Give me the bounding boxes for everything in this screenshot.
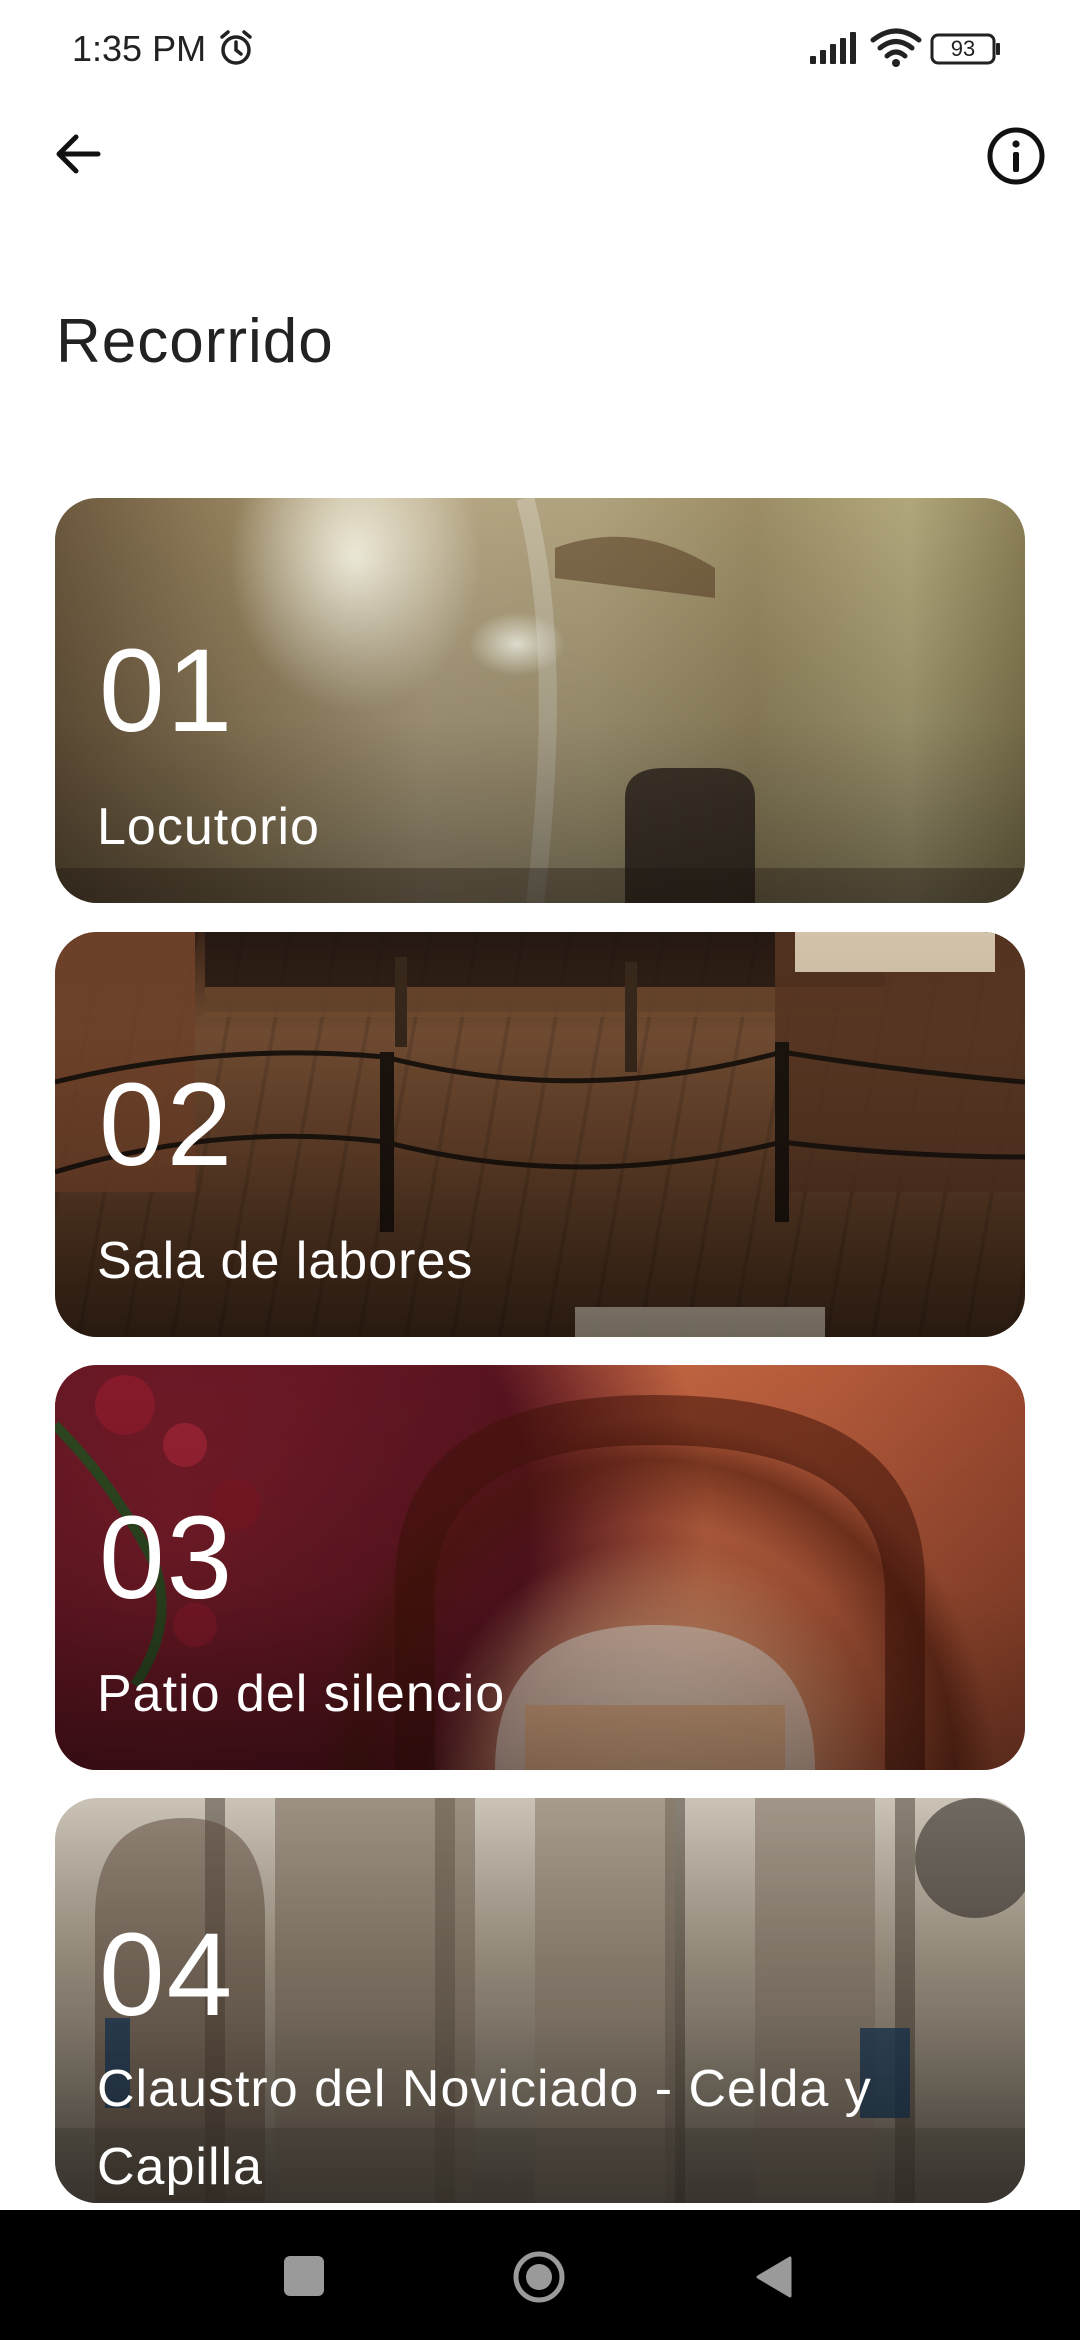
- recents-square-icon[interactable]: [284, 2256, 324, 2296]
- stop-name: Sala de labores: [97, 1232, 474, 1290]
- battery-level: 93: [950, 36, 976, 61]
- alarm-icon: [220, 30, 252, 65]
- stop-name: Locutorio: [97, 798, 320, 856]
- info-button[interactable]: [982, 122, 1050, 190]
- status-time: 1:35 PM: [72, 28, 207, 69]
- stop-card[interactable]: 04 Claustro del Noviciado - Celda y Capi…: [55, 1798, 1025, 2203]
- page-title: Recorrido: [56, 307, 334, 376]
- wifi-icon: [870, 28, 922, 67]
- back-button[interactable]: [44, 120, 112, 188]
- back-triangle-icon[interactable]: [754, 2254, 794, 2300]
- arrow-left-icon: [56, 134, 101, 174]
- stop-card[interactable]: 02 Sala de labores: [55, 932, 1025, 1337]
- stop-number: 02: [99, 1059, 235, 1191]
- stop-number: 04: [99, 1909, 235, 2041]
- info-circle-icon: [987, 127, 1045, 185]
- stop-card[interactable]: 03 Patio del silencio: [55, 1365, 1025, 1770]
- home-circle-icon[interactable]: [512, 2250, 566, 2304]
- stop-name: Patio del silencio: [97, 1665, 506, 1723]
- status-bar: 1:35 PM 93: [0, 0, 1080, 100]
- stop-name: Claustro del Noviciado - Celda y Capilla: [97, 2060, 872, 2196]
- signal-icon: [810, 32, 856, 64]
- stop-card[interactable]: 01 Locutorio: [55, 498, 1025, 903]
- stop-number: 01: [99, 625, 235, 757]
- system-nav-bar: [0, 2210, 1080, 2340]
- stop-number: 03: [99, 1492, 235, 1624]
